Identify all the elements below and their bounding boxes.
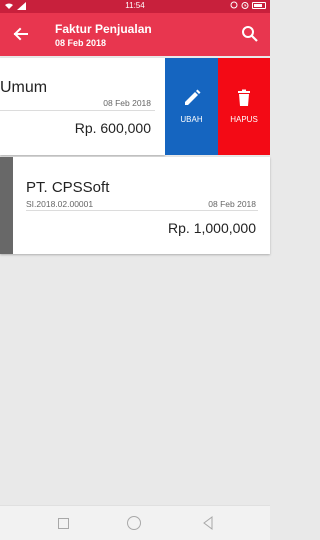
invoice-amount: Rp. 1,000,000 (168, 220, 256, 236)
invoice-card[interactable]: PT. CPSSoft SI.2018.02.00001 08 Feb 2018… (0, 157, 270, 254)
invoice-date: 08 Feb 2018 (103, 98, 151, 108)
recents-icon[interactable] (58, 518, 69, 529)
search-icon[interactable] (240, 24, 260, 44)
invoice-customer: PT. CPSSoft (26, 179, 110, 196)
alarm-icon (241, 2, 249, 9)
app-bar: Faktur Penjualan 08 Feb 2018 (0, 13, 270, 56)
divider (26, 210, 258, 211)
page-subtitle-date: 08 Feb 2018 (55, 38, 107, 48)
trash-icon (238, 89, 250, 106)
pencil-icon (184, 89, 200, 105)
system-nav-bar (0, 505, 270, 540)
divider (0, 110, 155, 111)
edit-button[interactable]: UBAH (165, 58, 218, 155)
selection-stripe (0, 157, 13, 254)
delete-label: HAPUS (230, 115, 258, 124)
battery-icon (252, 1, 266, 9)
status-bar: 11:54 (0, 0, 270, 13)
invoice-card[interactable]: Umum 08 Feb 2018 Rp. 600,000 (0, 58, 165, 155)
arrow-left-icon[interactable] (10, 23, 32, 45)
sync-icon (230, 1, 238, 9)
page-title: Faktur Penjualan (55, 22, 152, 36)
invoice-amount: Rp. 600,000 (74, 120, 151, 136)
home-icon[interactable] (127, 516, 141, 530)
invoice-code: SI.2018.02.00001 (26, 199, 94, 209)
back-triangle-icon[interactable] (201, 516, 215, 530)
invoice-date: 08 Feb 2018 (208, 199, 256, 209)
edit-label: UBAH (180, 115, 203, 124)
invoice-customer: Umum (0, 79, 48, 96)
status-right (230, 1, 266, 9)
delete-button[interactable]: HAPUS (218, 58, 270, 155)
